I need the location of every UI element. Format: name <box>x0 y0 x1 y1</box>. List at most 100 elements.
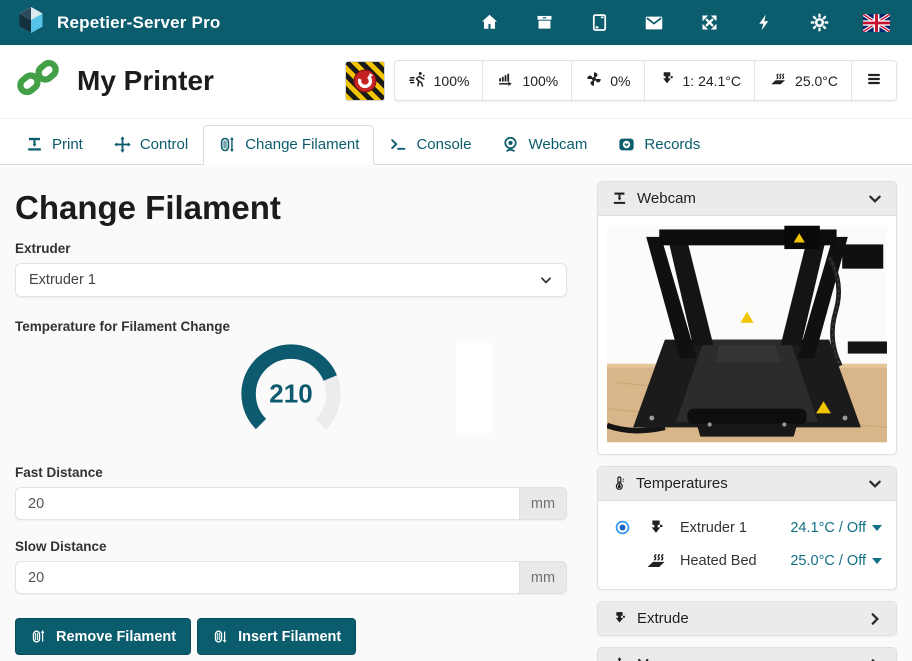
console-tab-icon <box>389 135 408 154</box>
extruder-radio[interactable] <box>612 519 632 536</box>
status-indicator-group: 100% 100% <box>394 60 897 101</box>
webcam-tab-icon <box>501 135 520 154</box>
extruder-nozzle-icon <box>611 610 628 627</box>
fan-value: 0% <box>610 73 630 89</box>
tab-control-label: Control <box>140 136 188 153</box>
extruder-temp-dropdown[interactable]: 24.1°C / Off <box>790 520 882 536</box>
slow-distance-input[interactable] <box>15 561 519 594</box>
slow-distance-group: mm <box>15 561 567 594</box>
temperatures-panel-title: Temperatures <box>636 475 728 492</box>
fan-indicator[interactable]: 0% <box>571 61 643 100</box>
flow-indicator[interactable]: 100% <box>482 61 571 100</box>
tab-print-label: Print <box>52 136 83 153</box>
speed-value: 100% <box>434 73 470 89</box>
top-navbar: Repetier-Server Pro <box>0 0 912 45</box>
extruder-row-name: Extruder 1 <box>680 520 747 536</box>
webcam-panel: Webcam <box>597 181 897 455</box>
bed-temp-value: 25.0°C <box>795 73 838 89</box>
flow-bars-icon <box>496 70 515 91</box>
webcam-panel-title: Webcam <box>637 190 696 207</box>
temperature-label: Temperature for Filament Change <box>15 319 567 334</box>
settings-gear-icon[interactable] <box>808 12 830 34</box>
temperature-gauge[interactable]: 210 <box>238 341 344 447</box>
print-queue-icon[interactable] <box>533 12 555 34</box>
filament-up-icon <box>30 628 47 645</box>
brand-title: Repetier-Server Pro <box>57 13 220 33</box>
change-filament-panel: Change Filament Extruder Extruder 1 Temp… <box>15 181 567 661</box>
caret-down-icon <box>872 525 882 531</box>
home-icon[interactable] <box>478 12 500 34</box>
printer-menu-button[interactable] <box>851 61 896 100</box>
chevron-right-icon <box>867 657 883 661</box>
slow-distance-unit: mm <box>519 561 567 594</box>
tab-change-filament-label: Change Filament <box>245 136 359 153</box>
extrude-panel-title: Extrude <box>637 610 689 627</box>
caret-down-icon <box>872 558 882 564</box>
gauge-value: 210 <box>269 379 312 409</box>
tab-webcam[interactable]: Webcam <box>486 125 602 165</box>
bed-temp-text: 25.0°C / Off <box>790 553 866 569</box>
printer-name: My Printer <box>77 65 214 97</box>
tab-console-label: Console <box>416 136 471 153</box>
tab-records[interactable]: Records <box>602 125 715 165</box>
heated-bed-icon <box>641 550 671 571</box>
printer-icon <box>611 190 628 207</box>
bed-temp-dropdown[interactable]: 25.0°C / Off <box>790 553 882 569</box>
bed-temp-indicator[interactable]: 25.0°C <box>754 61 851 100</box>
page-title: Change Filament <box>15 189 567 227</box>
heated-bed-icon <box>768 70 788 91</box>
extruder-select[interactable]: Extruder 1 <box>15 263 567 297</box>
printer-link-icon <box>15 55 61 106</box>
app-logo-icon <box>16 5 46 40</box>
bed-row-name: Heated Bed <box>680 553 757 569</box>
extrude-panel: Extrude <box>597 601 897 636</box>
power-icon[interactable] <box>753 12 775 34</box>
right-sidebar: Webcam <box>597 181 897 661</box>
move-panel-title: Move <box>637 656 674 661</box>
speed-runner-icon <box>408 70 427 91</box>
fast-distance-input[interactable] <box>15 487 519 520</box>
change-filament-tab-icon <box>218 135 237 154</box>
extruder-temp-indicator[interactable]: 1: 24.1°C <box>644 61 755 100</box>
extruder-nozzle-icon <box>658 70 676 91</box>
extruder-nozzle-icon <box>641 518 671 538</box>
webcam-panel-header[interactable]: Webcam <box>598 182 896 216</box>
insert-filament-label: Insert Filament <box>238 629 341 645</box>
speed-indicator[interactable]: 100% <box>395 61 483 100</box>
tab-console[interactable]: Console <box>374 125 486 165</box>
navbar-icons <box>478 12 896 34</box>
extrude-panel-header[interactable]: Extrude <box>598 602 896 635</box>
fan-icon <box>585 70 603 91</box>
tab-change-filament[interactable]: Change Filament <box>203 125 374 165</box>
chevron-down-icon <box>867 476 883 492</box>
extruder-temp-value: 1: 24.1°C <box>683 73 742 89</box>
remove-filament-label: Remove Filament <box>56 629 176 645</box>
chevron-right-icon <box>867 611 883 627</box>
control-tab-icon <box>113 135 132 154</box>
remove-filament-button[interactable]: Remove Filament <box>15 618 191 655</box>
temperatures-list: Extruder 1 24.1°C / Off <box>598 501 896 589</box>
tab-webcam-label: Webcam <box>528 136 587 153</box>
records-tab-icon <box>617 135 636 154</box>
messages-icon[interactable] <box>643 12 665 34</box>
tab-print[interactable]: Print <box>10 125 98 165</box>
chevron-down-icon <box>539 273 553 287</box>
hamburger-icon <box>865 71 883 90</box>
documentation-icon[interactable] <box>588 12 610 34</box>
chevron-down-icon <box>867 191 883 207</box>
tab-records-label: Records <box>644 136 700 153</box>
temperatures-panel-header[interactable]: Temperatures <box>598 467 896 501</box>
emergency-stop-button[interactable] <box>345 61 385 101</box>
language-flag-icon[interactable] <box>863 12 890 34</box>
brand-link[interactable]: Repetier-Server Pro <box>16 5 220 40</box>
fullscreen-icon[interactable] <box>698 12 720 34</box>
insert-filament-button[interactable]: Insert Filament <box>197 618 356 655</box>
flow-value: 100% <box>522 73 558 89</box>
tab-control[interactable]: Control <box>98 125 203 165</box>
extruder-temp-text: 24.1°C / Off <box>790 520 866 536</box>
extruder-label: Extruder <box>15 241 567 256</box>
move-panel-header[interactable]: Move <box>598 648 896 661</box>
slow-distance-label: Slow Distance <box>15 539 567 554</box>
page-content: Change Filament Extruder Extruder 1 Temp… <box>0 165 912 661</box>
fast-distance-group: mm <box>15 487 567 520</box>
